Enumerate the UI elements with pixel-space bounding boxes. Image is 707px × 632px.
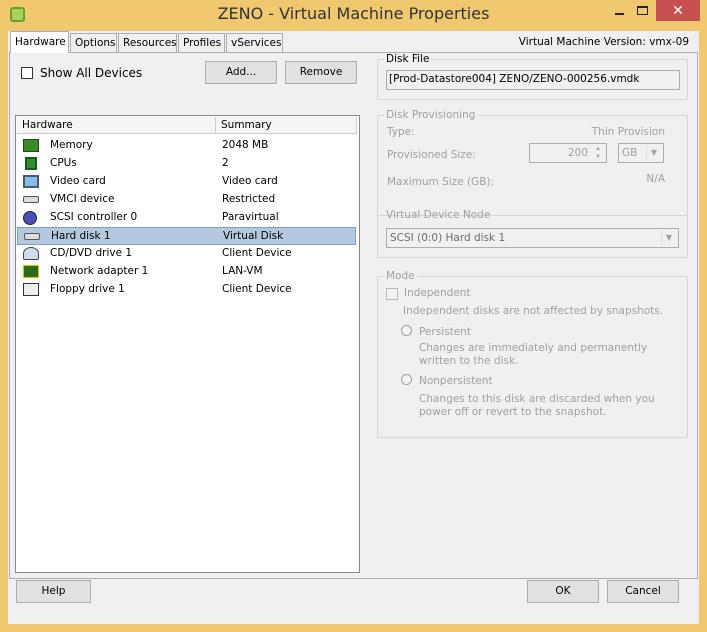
hardware-row[interactable]: Video card Video card <box>17 173 356 191</box>
type-value: Thin Provision <box>591 126 665 138</box>
virtual-device-node-group: Virtual Device Node SCSI (0:0) Hard disk… <box>377 209 688 258</box>
device-summary: 2048 MB <box>222 139 269 151</box>
device-summary: Client Device <box>222 283 292 295</box>
vdn-value: SCSI (0:0) Hard disk 1 <box>390 232 506 244</box>
monitor-icon <box>23 175 39 188</box>
max-size-label: Maximum Size (GB): <box>387 176 495 188</box>
vm-version: Virtual Machine Version: vmx-09 <box>518 36 689 48</box>
scsi-icon <box>23 211 37 225</box>
network-icon <box>23 265 39 278</box>
remove-button[interactable]: Remove <box>285 61 357 84</box>
device-summary: Client Device <box>222 247 292 259</box>
column-summary[interactable]: Summary <box>216 117 357 134</box>
independent-checkbox[interactable] <box>386 288 398 300</box>
device-name: CD/DVD drive 1 <box>50 247 133 259</box>
chevron-down-icon: ▼ <box>661 230 676 245</box>
device-summary: 2 <box>222 157 229 169</box>
vdn-select[interactable]: SCSI (0:0) Hard disk 1 ▼ <box>386 228 679 248</box>
device-name: CPUs <box>50 157 77 169</box>
device-name: Floppy drive 1 <box>50 283 125 295</box>
persistent-label: Persistent <box>419 326 471 338</box>
device-summary: Restricted <box>222 193 276 205</box>
harddisk-icon <box>24 233 40 240</box>
hardware-row[interactable]: Floppy drive 1 Client Device <box>17 281 356 299</box>
nonpersistent-radio[interactable] <box>401 374 412 385</box>
provisioned-size-label: Provisioned Size: <box>387 149 476 161</box>
cpu-icon <box>25 157 37 170</box>
unit-value: GB <box>622 147 638 159</box>
tab-options[interactable]: Options <box>70 33 117 52</box>
max-size-value: N/A <box>646 173 665 185</box>
device-icon <box>23 196 39 203</box>
device-summary: LAN-VM <box>222 265 263 277</box>
device-name: Hard disk 1 <box>51 230 111 242</box>
device-summary: Video card <box>222 175 278 187</box>
cancel-button[interactable]: Cancel <box>607 580 679 603</box>
independent-label: Independent <box>404 287 471 299</box>
minimize-button[interactable] <box>615 13 624 15</box>
hardware-row[interactable]: Hard disk 1 Virtual Disk <box>17 227 356 245</box>
memory-icon <box>23 139 39 152</box>
hardware-row[interactable]: Network adapter 1 LAN-VM <box>17 263 356 281</box>
window-title: ZENO - Virtual Machine Properties <box>217 4 490 23</box>
tab-vservices[interactable]: vServices <box>226 33 283 52</box>
cdrom-icon <box>23 247 39 260</box>
hardware-row[interactable]: SCSI controller 0 Paravirtual <box>17 209 356 227</box>
tab-hardware[interactable]: Hardware <box>10 31 69 53</box>
disk-file-legend: Disk File <box>386 53 430 65</box>
independent-note: Independent disks are not affected by sn… <box>403 305 664 317</box>
chevron-down-icon: ▼ <box>646 145 661 160</box>
nonpersistent-note: Changes to this disk are discarded when … <box>419 393 655 418</box>
help-button[interactable]: Help <box>16 580 91 603</box>
column-hardware[interactable]: Hardware <box>17 117 216 134</box>
disk-file-field[interactable]: [Prod-Datastore004] ZENO/ZENO-000256.vmd… <box>386 70 680 90</box>
hardware-list[interactable]: Hardware Summary Memory 2048 MB CPUs 2 Video… <box>15 115 360 573</box>
unit-select[interactable]: GB ▼ <box>618 143 664 163</box>
disk-provisioning-legend: Disk Provisioning <box>386 109 476 121</box>
device-summary: Virtual Disk <box>223 230 284 242</box>
close-button[interactable]: ✕ <box>656 0 700 21</box>
disk-file-group: Disk File [Prod-Datastore004] ZENO/ZENO-… <box>377 53 688 100</box>
size-spinner[interactable]: ▲ ▼ <box>591 145 605 161</box>
device-name: SCSI controller 0 <box>50 211 138 223</box>
mode-group: Mode Independent Independent disks are n… <box>377 270 688 438</box>
device-name: Memory <box>50 139 93 151</box>
hardware-row[interactable]: Memory 2048 MB <box>17 137 356 155</box>
persistent-radio[interactable] <box>401 325 412 336</box>
dialog-body: Hardware Options Resources Profiles vSer… <box>8 31 699 624</box>
tab-panel: Show All Devices Add... Remove Hardware … <box>9 52 698 579</box>
maximize-button[interactable] <box>637 6 648 15</box>
floppy-icon <box>23 283 39 296</box>
type-label: Type: <box>387 126 415 138</box>
tab-profiles[interactable]: Profiles <box>178 33 225 52</box>
device-summary: Paravirtual <box>222 211 279 223</box>
persistent-note: Changes are immediately and permanently … <box>419 342 648 367</box>
show-all-devices-checkbox[interactable] <box>21 67 33 79</box>
mode-legend: Mode <box>386 270 415 282</box>
hardware-row[interactable]: VMCI device Restricted <box>17 191 356 209</box>
device-name: VMCI device <box>50 193 115 205</box>
device-name: Video card <box>50 175 106 187</box>
hardware-row[interactable]: CPUs 2 <box>17 155 356 173</box>
disk-provisioning-group: Disk Provisioning Type: Thin Provision P… <box>377 109 688 216</box>
tab-resources[interactable]: Resources <box>118 33 177 52</box>
device-name: Network adapter 1 <box>50 265 149 277</box>
nonpersistent-label: Nonpersistent <box>419 375 493 387</box>
add-button[interactable]: Add... <box>205 61 277 84</box>
vdn-legend: Virtual Device Node <box>386 209 491 221</box>
hardware-row[interactable]: CD/DVD drive 1 Client Device <box>17 245 356 263</box>
show-all-devices-label: Show All Devices <box>40 66 143 80</box>
ok-button[interactable]: OK <box>527 580 599 603</box>
